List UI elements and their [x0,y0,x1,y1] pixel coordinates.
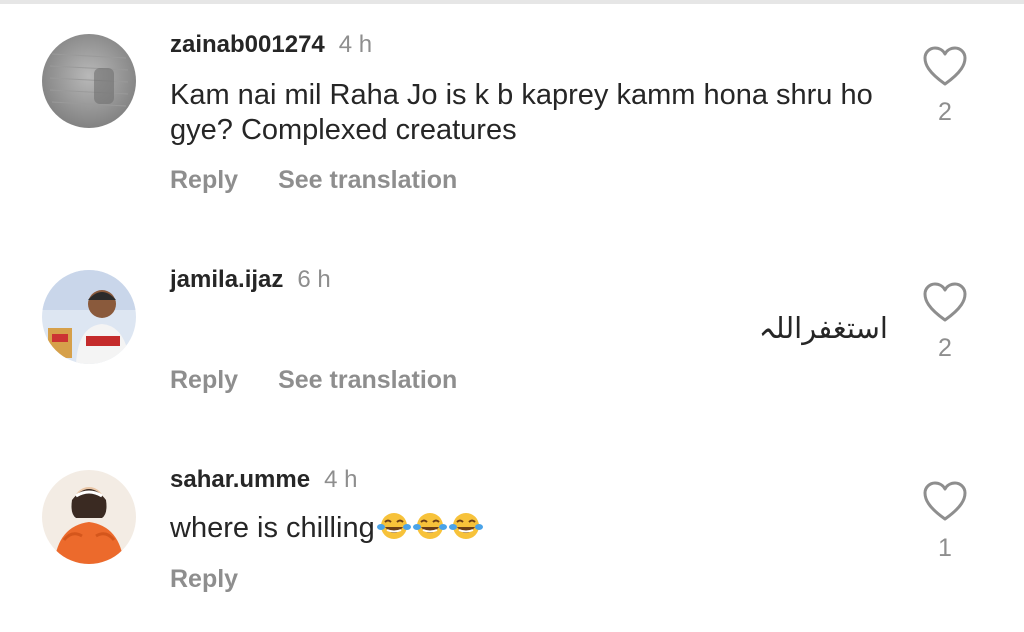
avatar-gray-photo-icon [42,34,136,128]
like-button[interactable] [922,481,968,523]
like-button[interactable] [922,282,968,324]
heart-icon [923,481,967,521]
comment-time: 4 h [324,466,358,493]
avatar[interactable] [42,270,136,364]
comment-actions: Reply See translation [170,364,457,396]
comment-meta: sahar.umme 4 h [170,465,357,495]
like-count: 2 [938,334,952,362]
comment-text: where is chilling [170,511,890,550]
username-link[interactable]: zainab001274 [170,31,325,58]
comment-actions: Reply See translation [170,164,457,196]
reply-button[interactable]: Reply [170,164,238,196]
heart-icon [923,282,967,322]
comment-text-content: where is chilling [170,512,375,544]
username-link[interactable]: jamila.ijaz [170,266,283,293]
reply-button[interactable]: Reply [170,364,238,396]
like-button[interactable] [922,46,968,88]
comment-meta: jamila.ijaz 6 h [170,265,331,295]
comment-actions: Reply [170,563,238,595]
username-link[interactable]: sahar.umme [170,466,310,493]
tears-of-joy-emoji-icon [376,511,411,550]
tears-of-joy-emoji-icon [412,511,447,550]
comment-text: استغفراللہ [758,313,888,345]
like-count: 2 [938,98,952,126]
comment-meta: zainab001274 4 h [170,30,372,60]
comment-time: 4 h [338,31,373,58]
like-count: 1 [938,534,952,562]
heart-icon [923,46,967,86]
comment-text: Kam nai mil Raha Jo is k b kaprey kamm h… [170,79,873,146]
avatar-child-photo-icon [42,270,136,364]
avatar-girl-orange-photo-icon [42,470,136,564]
comment-time: 6 h [297,266,331,293]
avatar[interactable] [42,470,136,564]
see-translation-button[interactable]: See translation [278,164,457,196]
see-translation-button[interactable]: See translation [278,364,457,396]
avatar[interactable] [42,34,136,128]
tears-of-joy-emoji-icon [448,511,483,550]
top-divider [0,0,1024,4]
reply-button[interactable]: Reply [170,563,238,595]
